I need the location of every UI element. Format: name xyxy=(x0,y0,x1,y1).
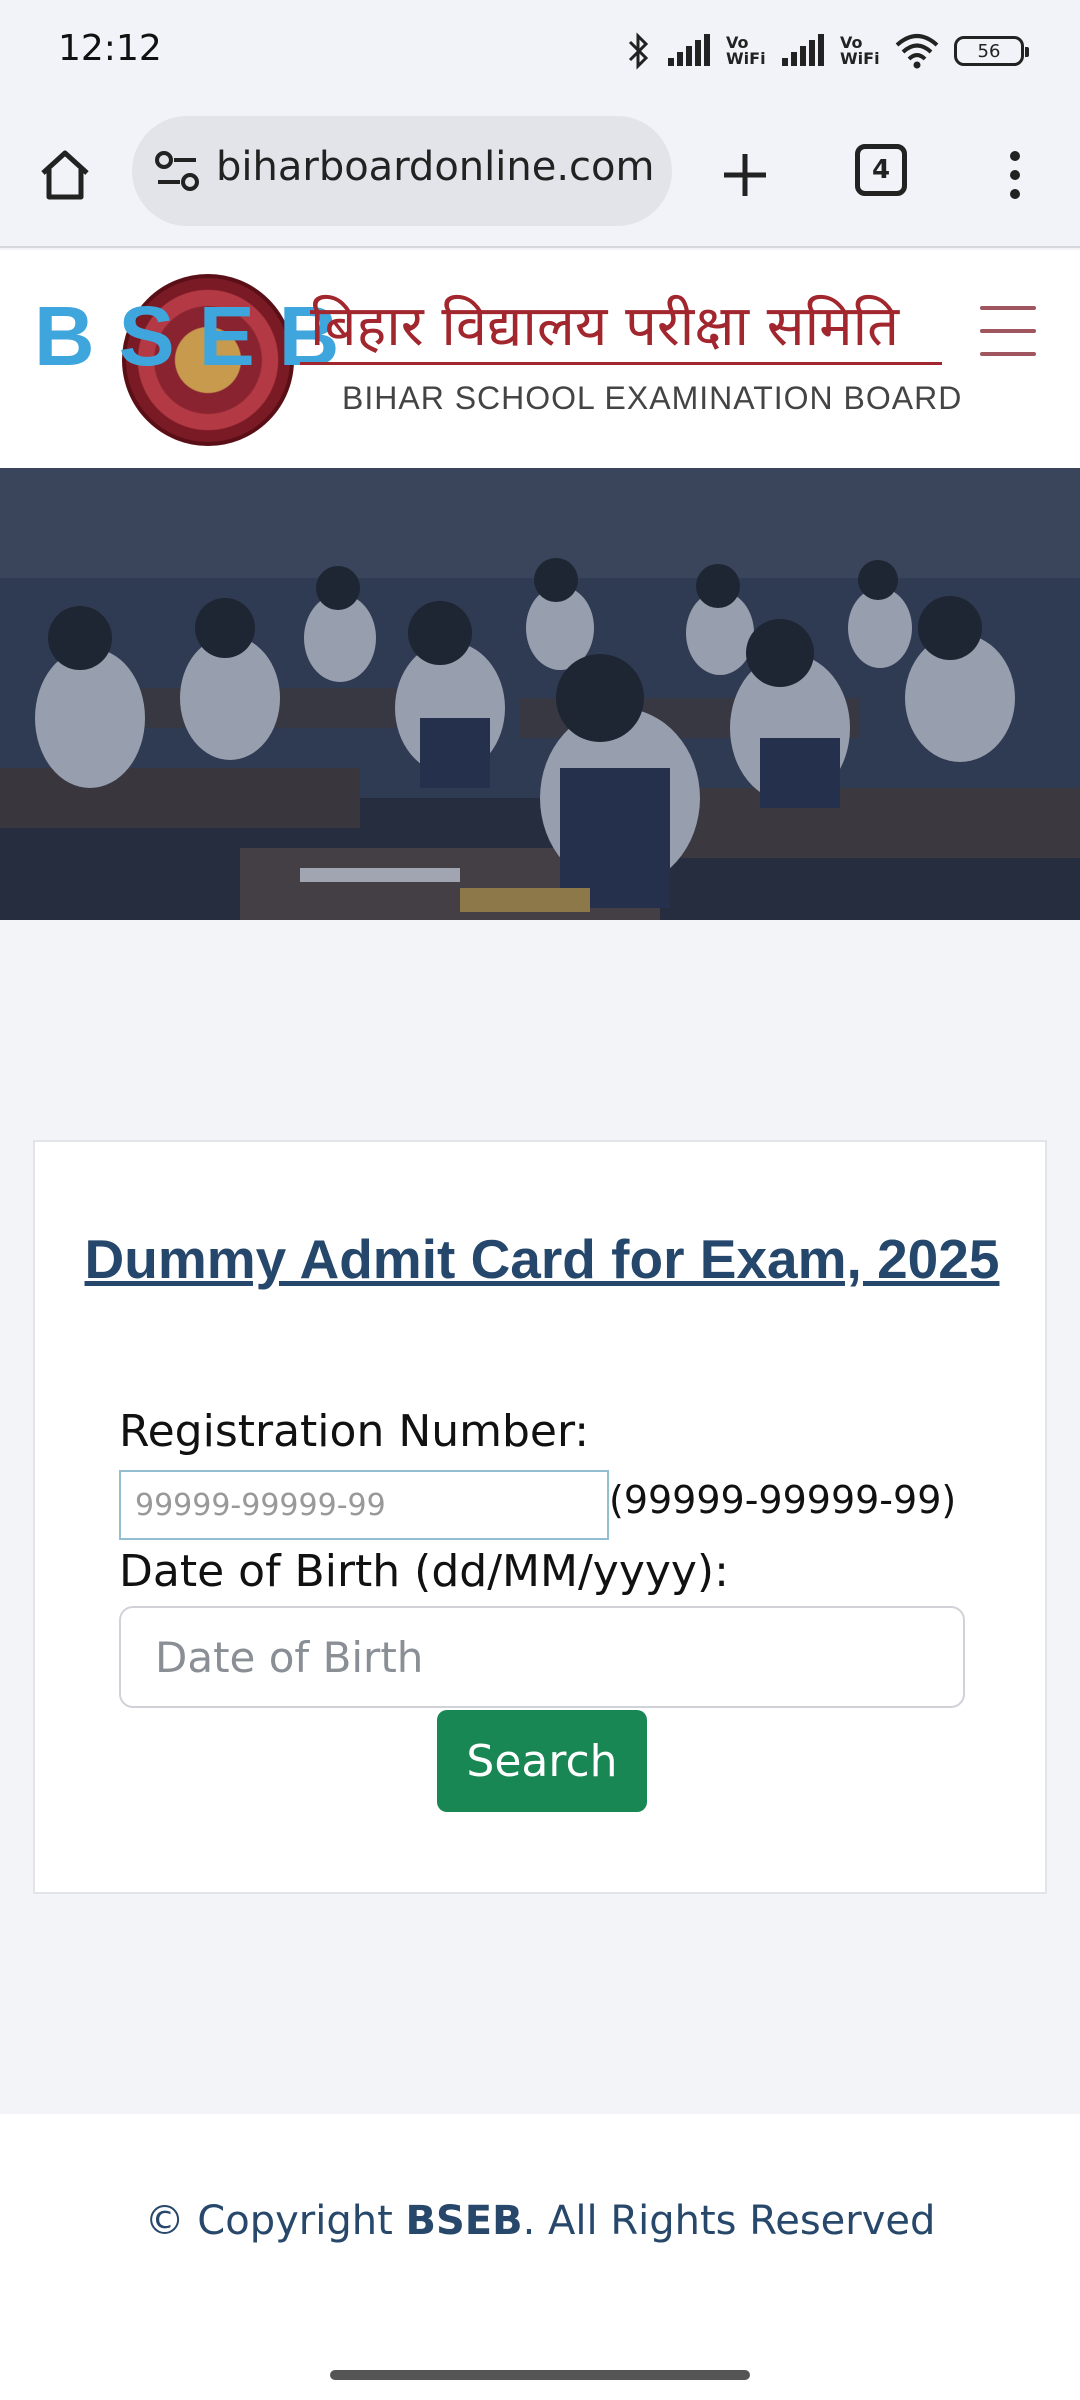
url-text[interactable]: biharboardonline.com xyxy=(216,144,656,190)
more-options-icon[interactable] xyxy=(990,140,1040,210)
signal-icon xyxy=(668,34,710,66)
home-icon xyxy=(41,150,89,200)
new-tab-button[interactable] xyxy=(710,140,780,210)
search-button[interactable]: Search xyxy=(437,1710,647,1812)
site-header: BSEB बिहार विद्यालय परीक्षा समिति BIHAR … xyxy=(0,250,1080,468)
battery-level: 56 xyxy=(977,40,1001,62)
tab-count: 4 xyxy=(871,155,891,185)
copyright-text: © Copyright BSEB. All Rights Reserved xyxy=(0,2198,1080,2244)
site-settings-icon[interactable] xyxy=(152,148,202,194)
board-name-english: BIHAR SCHOOL EXAMINATION BOARD xyxy=(342,380,963,416)
signal-icon xyxy=(782,34,824,66)
form-title: Dummy Admit Card for Exam, 2025 xyxy=(84,1228,1000,1290)
copyright-brand: BSEB xyxy=(405,2198,523,2244)
admit-card-form: Dummy Admit Card for Exam, 2025 Registra… xyxy=(33,1140,1047,1894)
status-icons: Vo WiFi Vo WiFi 56 xyxy=(626,26,1029,76)
wifi-icon xyxy=(895,34,939,69)
date-of-birth-label: Date of Birth (dd/MM/yyyy): xyxy=(119,1546,729,1597)
hero-image xyxy=(0,468,1080,920)
registration-number-label: Registration Number: xyxy=(119,1406,590,1457)
board-name-hindi: बिहार विद्यालय परीक्षा समिति xyxy=(310,294,900,359)
copyright-suffix: . All Rights Reserved xyxy=(522,2198,936,2244)
bluetooth-icon xyxy=(628,32,649,70)
copyright-prefix: © Copyright xyxy=(144,2198,406,2244)
registration-number-input[interactable] xyxy=(119,1470,609,1540)
home-button[interactable] xyxy=(30,140,100,210)
tab-switcher-icon[interactable]: 4 xyxy=(855,144,907,196)
vowifi-icon: Vo WiFi xyxy=(840,33,880,68)
hamburger-menu-icon[interactable] xyxy=(980,306,1036,356)
logo-divider xyxy=(300,362,942,365)
registration-format-hint: (99999-99999-99) xyxy=(609,1478,957,1522)
footer: © Copyright BSEB. All Rights Reserved xyxy=(0,2114,1080,2400)
gesture-navigation-bar[interactable] xyxy=(330,2370,750,2380)
status-bar: 12:12 Vo WiFi Vo WiFi 56 xyxy=(0,0,1080,100)
status-time: 12:12 xyxy=(58,28,162,69)
new-tab-icon xyxy=(724,154,766,196)
address-bar[interactable]: biharboardonline.com xyxy=(132,116,672,226)
date-of-birth-input[interactable] xyxy=(119,1606,965,1708)
vowifi-icon: Vo WiFi xyxy=(726,33,766,68)
browser-toolbar: biharboardonline.com 4 xyxy=(0,100,1080,248)
students-writing-exam-photo xyxy=(0,468,1080,920)
battery-icon: 56 xyxy=(954,36,1029,66)
